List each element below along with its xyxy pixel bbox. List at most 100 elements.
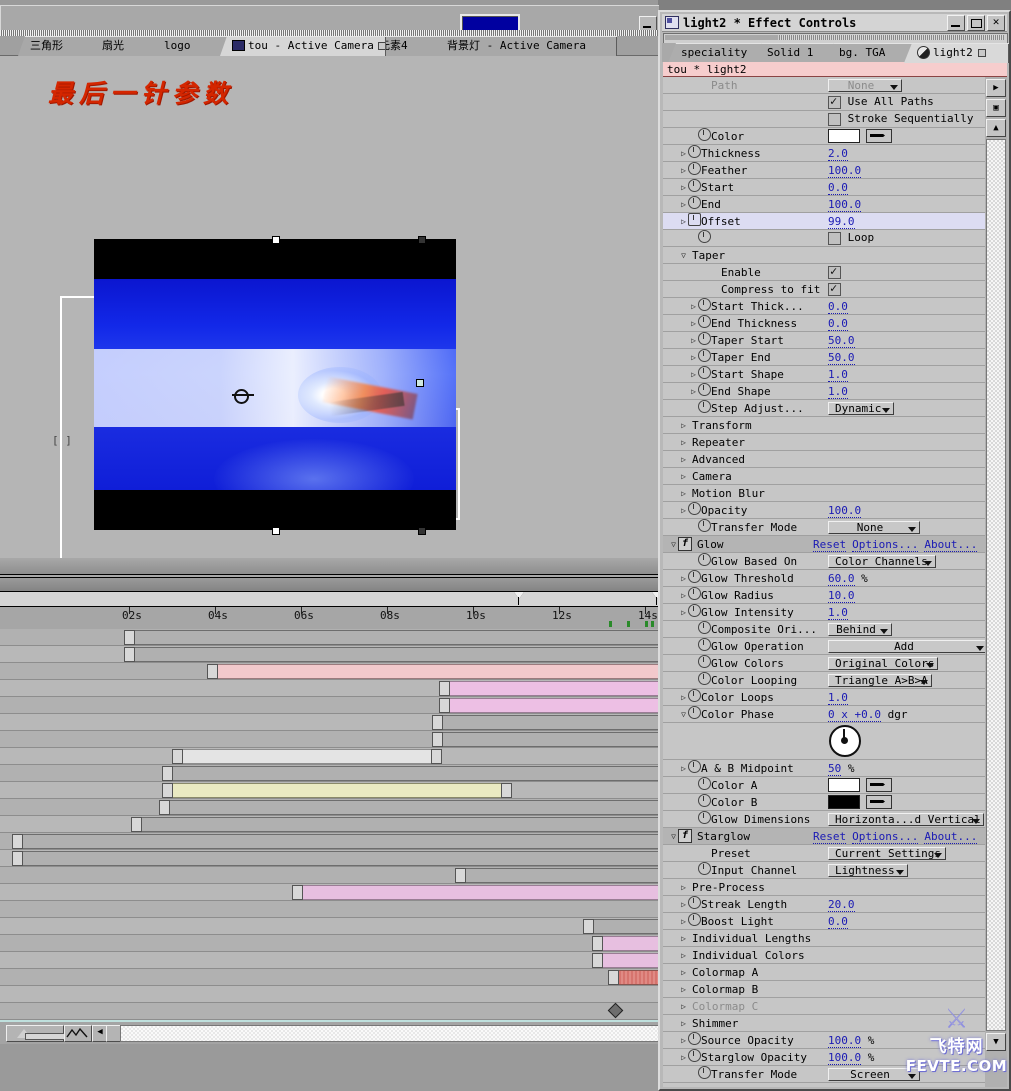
- timeline-row[interactable]: [0, 918, 660, 935]
- disclosure-triangle-icon[interactable]: ▽: [669, 540, 678, 549]
- property-row-start-shape[interactable]: ▷ Start Shape 1.0: [663, 366, 985, 383]
- effect-link[interactable]: Options...: [852, 829, 919, 844]
- layer-duration-bar[interactable]: [608, 970, 660, 985]
- property-row-thickness[interactable]: ▷ Thickness 2.0: [663, 145, 985, 162]
- property-row-path[interactable]: Path None: [663, 77, 985, 94]
- dropdown-path[interactable]: None: [828, 78, 902, 92]
- layer-bar-in-handle[interactable]: [455, 868, 466, 883]
- layer-bar-in-handle[interactable]: [608, 970, 619, 985]
- property-value[interactable]: 100.0: [828, 163, 862, 178]
- timeline-row[interactable]: [0, 935, 660, 952]
- effect-properties-list[interactable]: Path None Use All Paths Stroke Sequential…: [663, 77, 985, 1087]
- disclosure-triangle-icon[interactable]: ▷: [679, 1019, 688, 1028]
- layer-duration-bar[interactable]: [159, 800, 660, 815]
- comp-tab-menu-dot[interactable]: [377, 42, 386, 50]
- property-row-glow-dimensions[interactable]: Glow Dimensions Horizonta...d Vertical: [663, 811, 985, 828]
- stopwatch-icon[interactable]: [698, 400, 711, 416]
- layer-bar-in-handle[interactable]: [592, 936, 603, 951]
- property-value[interactable]: 100.0: [828, 197, 862, 212]
- expand-arrow-button[interactable]: ▶: [986, 79, 1006, 97]
- disclosure-triangle-icon[interactable]: ▷: [679, 883, 688, 892]
- color-swatch[interactable]: [828, 129, 860, 143]
- eyedropper-icon[interactable]: [866, 795, 892, 809]
- property-value[interactable]: 0.0: [828, 914, 848, 929]
- disclosure-triangle-icon[interactable]: ▷: [679, 1053, 688, 1062]
- angle-dial-control[interactable]: [829, 725, 861, 757]
- dropdown-glow-dimensions[interactable]: Horizonta...d Vertical: [828, 812, 984, 826]
- disclosure-triangle-icon[interactable]: ▷: [679, 574, 688, 583]
- property-row-enable[interactable]: Enable: [663, 264, 985, 281]
- property-value[interactable]: 1.0: [828, 690, 848, 705]
- stopwatch-icon[interactable]: [698, 298, 711, 314]
- property-row-start[interactable]: ▷ Start 0.0: [663, 179, 985, 196]
- layer-bar-out-handle[interactable]: [431, 749, 442, 764]
- property-value[interactable]: 0.0: [828, 316, 848, 331]
- layer-bar-out-handle[interactable]: [501, 783, 512, 798]
- handle-mid-right[interactable]: [416, 379, 424, 387]
- property-row-composite-ori[interactable]: Composite Ori... Behind: [663, 621, 985, 638]
- property-row-colormap-b[interactable]: ▷ Colormap B: [663, 981, 985, 998]
- stopwatch-icon[interactable]: [698, 519, 711, 535]
- stopwatch-icon[interactable]: [688, 162, 701, 178]
- disclosure-triangle-icon[interactable]: ▷: [679, 985, 688, 994]
- timeline-row[interactable]: [0, 663, 660, 680]
- disclosure-triangle-icon[interactable]: ▷: [679, 183, 688, 192]
- effect-link[interactable]: About...: [924, 537, 978, 552]
- stopwatch-icon[interactable]: [688, 196, 701, 212]
- disclosure-triangle-icon[interactable]: ▽: [669, 832, 678, 841]
- handle-top-right[interactable]: [418, 236, 426, 244]
- property-value[interactable]: 100.0: [828, 1050, 862, 1065]
- property-row-color-looping[interactable]: Color Looping Triangle A>B>A: [663, 672, 985, 689]
- property-row-stroke-sequentially[interactable]: Stroke Sequentially: [663, 111, 985, 128]
- layer-bar-in-handle[interactable]: [124, 647, 135, 662]
- dropdown-glow-operation[interactable]: Add: [828, 639, 985, 653]
- disclosure-triangle-icon[interactable]: ▷: [689, 302, 698, 311]
- stopwatch-icon[interactable]: [698, 332, 711, 348]
- property-value[interactable]: 0.0: [828, 180, 848, 195]
- stopwatch-icon[interactable]: [688, 689, 701, 705]
- property-row-transform[interactable]: ▷ Transform: [663, 417, 985, 434]
- disclosure-triangle-icon[interactable]: ▷: [679, 200, 688, 209]
- property-row-glow-intensity[interactable]: ▷ Glow Intensity 1.0: [663, 604, 985, 621]
- layer-duration-bar[interactable]: [592, 936, 660, 951]
- handle-bottom-right[interactable]: [418, 527, 426, 535]
- property-row-color[interactable]: Color: [663, 128, 985, 145]
- timeline-row[interactable]: [0, 646, 660, 663]
- property-row-opacity[interactable]: ▷ Opacity 100.0: [663, 502, 985, 519]
- timeline-row[interactable]: [0, 884, 660, 901]
- disclosure-triangle-icon[interactable]: ▷: [689, 370, 698, 379]
- property-row-transfer-mode[interactable]: Transfer Mode None: [663, 519, 985, 536]
- dropdown-glow-based-on[interactable]: Color Channels: [828, 554, 936, 568]
- dropdown-input-channel[interactable]: Lightness: [828, 863, 908, 877]
- stopwatch-icon[interactable]: [688, 1032, 701, 1048]
- layer-duration-bar[interactable]: [172, 749, 442, 764]
- property-row-motion-blur[interactable]: ▷ Motion Blur: [663, 485, 985, 502]
- property-value[interactable]: 1.0: [828, 605, 848, 620]
- stopwatch-icon[interactable]: [688, 213, 701, 229]
- zoom-slider-box[interactable]: [6, 1025, 65, 1042]
- property-row-taper-start[interactable]: ▷ Taper Start 50.0: [663, 332, 985, 349]
- property-row-glow-threshold[interactable]: ▷ Glow Threshold 60.0 %: [663, 570, 985, 587]
- layer-bar-in-handle[interactable]: [432, 732, 443, 747]
- comp-tab-3[interactable]: tou - Active Camera: [220, 36, 386, 56]
- layer-bar-in-handle[interactable]: [592, 953, 603, 968]
- disclosure-triangle-icon[interactable]: ▷: [679, 421, 688, 430]
- stopwatch-icon[interactable]: [698, 672, 711, 688]
- stopwatch-icon[interactable]: [688, 913, 701, 929]
- current-time-indicator-0[interactable]: [514, 592, 525, 605]
- property-value[interactable]: 0.0: [828, 299, 848, 314]
- stopwatch-icon[interactable]: [688, 706, 701, 722]
- property-row-glow-radius[interactable]: ▷ Glow Radius 10.0: [663, 587, 985, 604]
- stopwatch-icon[interactable]: [698, 315, 711, 331]
- timeline-row[interactable]: [0, 833, 660, 850]
- disclosure-triangle-icon[interactable]: ▷: [679, 455, 688, 464]
- property-value[interactable]: 20.0: [828, 897, 855, 912]
- color-swatch[interactable]: [828, 795, 860, 809]
- property-value[interactable]: 50.0: [828, 333, 855, 348]
- property-row-start-thick[interactable]: ▷ Start Thick... 0.0: [663, 298, 985, 315]
- property-value[interactable]: 60.0: [828, 571, 855, 586]
- disclosure-triangle-icon[interactable]: ▷: [679, 693, 688, 702]
- timeline-nav-bar[interactable]: [0, 592, 662, 607]
- layer-bar-in-handle[interactable]: [432, 715, 443, 730]
- property-row-end-shape[interactable]: ▷ End Shape 1.0: [663, 383, 985, 400]
